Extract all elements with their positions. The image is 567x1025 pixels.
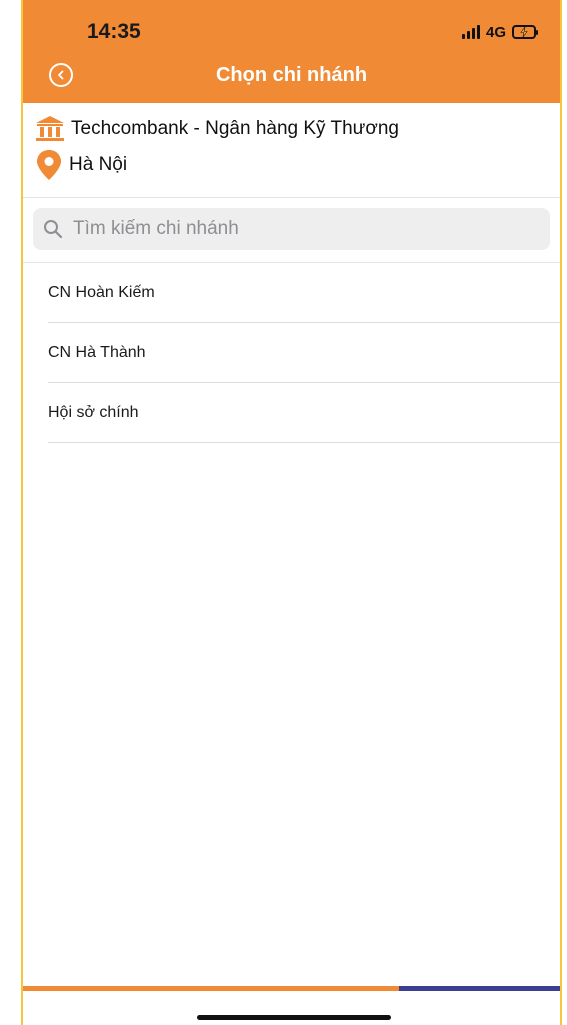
home-indicator (197, 1015, 391, 1020)
selection-info: Techcombank - Ngân hàng Kỹ Thương Hà Nội (23, 103, 560, 198)
location-pin-icon (37, 150, 61, 180)
search-box[interactable] (33, 208, 550, 250)
list-item[interactable]: CN Hà Thành (48, 323, 560, 383)
search-section (23, 198, 560, 263)
status-indicators: 4G (461, 22, 538, 42)
location-name: Hà Nội (69, 154, 128, 175)
selected-location: Hà Nội (35, 149, 127, 181)
battery-charging-icon (512, 25, 538, 39)
page-title: Chọn chi nhánh (215, 64, 368, 86)
selected-bank: Techcombank - Ngân hàng Kỹ Thương (35, 115, 399, 143)
nav-bar: Chọn chi nhánh (23, 60, 560, 96)
branch-list: CN Hoàn Kiếm CN Hà Thành Hội sở chính (48, 263, 560, 443)
bank-icon (36, 116, 64, 141)
list-item[interactable]: Hội sở chính (48, 383, 560, 443)
phone-screen: 14:35 4G Chọn chi nhánh Techcombank - Ng… (21, 0, 562, 1025)
status-time: 14:35 (87, 20, 141, 43)
signal-icon (461, 25, 480, 39)
bank-name: Techcombank - Ngân hàng Kỹ Thương (71, 118, 399, 139)
search-input[interactable] (71, 217, 550, 241)
list-item[interactable]: CN Hoàn Kiếm (48, 263, 560, 323)
search-icon (44, 220, 63, 239)
network-type: 4G (485, 23, 506, 41)
bottom-stripe (23, 986, 560, 991)
top-bar: 14:35 4G Chọn chi nhánh (23, 0, 560, 103)
